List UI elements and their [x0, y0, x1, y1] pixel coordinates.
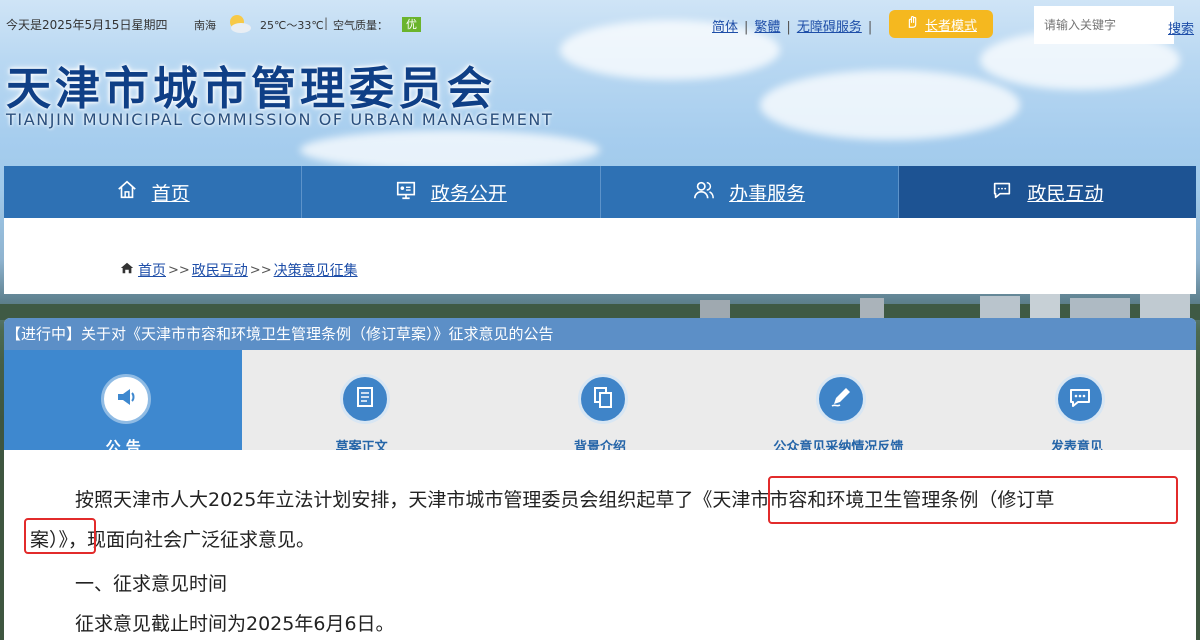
home-icon: [116, 179, 138, 206]
paragraph-1-line-1: 按照天津市人大2025年立法计划安排，天津市城市管理委员会组织起草了《天津市市容…: [75, 489, 1055, 511]
breadcrumb-separator: >>: [168, 262, 190, 278]
language-links: 简体 | 繁體 | 无障碍服务 |: [712, 20, 873, 35]
elder-mode-button[interactable]: 长者模式: [889, 10, 993, 38]
step-feedback[interactable]: 公众意见采纳情况反馈: [719, 350, 957, 455]
home-icon: [120, 261, 134, 279]
notice-steps: 公 告 草案正文 背景介绍 公众意见采纳情况反馈 发表意见: [4, 350, 1196, 456]
weather-city: 南海: [194, 19, 216, 32]
search-input[interactable]: [1034, 6, 1174, 44]
pen-icon: [828, 384, 854, 414]
site-subtitle: TIANJIN MUNICIPAL COMMISSION OF URBAN MA…: [6, 110, 554, 129]
separator: |: [324, 16, 329, 30]
nav-home-label: 首页: [151, 182, 190, 205]
top-bar: 今天是2025年5月15日星期四 南海 25℃～33℃ | 空气质量： 优 简体…: [0, 6, 1200, 44]
accessibility-link[interactable]: 无障碍服务: [797, 20, 862, 35]
air-quality-label: 空气质量：: [333, 19, 388, 32]
current-date: 今天是2025年5月15日星期四: [6, 18, 168, 32]
hand-icon: [905, 15, 919, 33]
document-icon: [352, 384, 378, 414]
nav-gov-affairs[interactable]: 政务公开: [302, 166, 601, 218]
breadcrumb-home[interactable]: 首页: [138, 260, 166, 280]
nav-services[interactable]: 办事服务: [600, 166, 899, 218]
breadcrumb-decision-collection[interactable]: 决策意见征集: [274, 260, 358, 280]
users-icon: [693, 179, 715, 206]
breadcrumb-interaction[interactable]: 政民互动: [192, 260, 248, 280]
section-1-heading: 一、征求意见时间: [75, 573, 228, 595]
comment-icon: [1067, 384, 1093, 414]
nav-gov-affairs-label: 政务公开: [430, 182, 507, 205]
breadcrumb-separator: >>: [249, 262, 272, 278]
paragraph-1-line-2: 案）》，现面向社会广泛征求意见。: [30, 529, 316, 551]
nav-interaction-label: 政民互动: [1027, 182, 1104, 205]
notice-body: 按照天津市人大2025年立法计划安排，天津市城市管理委员会组织起草了《天津市市容…: [4, 450, 1196, 640]
traditional-chinese-link[interactable]: 繁體: [754, 20, 780, 35]
copy-icon: [590, 384, 616, 414]
notice-panel: 【进行中】关于对《天津市市容和环境卫生管理条例（修订草案）》征求意见的公告 公 …: [4, 318, 1196, 640]
step-draft-text[interactable]: 草案正文: [242, 350, 480, 455]
sun-cloud-icon: [226, 12, 252, 34]
monitor-icon: [395, 179, 417, 206]
nav-interaction[interactable]: 政民互动: [898, 166, 1196, 218]
breadcrumb-panel: 首页 >> 政民互动 >> 决策意见征集: [4, 218, 1196, 294]
notice-title: 【进行中】关于对《天津市市容和环境卫生管理条例（修订草案）》征求意见的公告: [4, 318, 1196, 350]
step-announcement[interactable]: 公 告: [4, 350, 243, 456]
nav-services-label: 办事服务: [729, 182, 806, 205]
megaphone-icon: [113, 384, 139, 414]
step-background[interactable]: 背景介绍: [481, 350, 719, 455]
chat-icon: [991, 179, 1013, 206]
search-button[interactable]: 搜索: [1168, 18, 1194, 37]
main-nav: 首页 政务公开 办事服务 政民互动: [4, 166, 1196, 218]
nav-home[interactable]: 首页: [4, 166, 303, 218]
site-title: 天津市城市管理委员会: [6, 62, 497, 115]
air-quality-badge: 优: [402, 17, 421, 32]
section-1-text: 征求意见截止时间为2025年6月6日。: [75, 613, 395, 635]
simplified-chinese-link[interactable]: 简体: [712, 20, 738, 35]
elder-mode-label: 长者模式: [924, 18, 977, 34]
breadcrumb: 首页 >> 政民互动 >> 决策意见征集: [120, 260, 358, 280]
step-submit-opinion[interactable]: 发表意见: [958, 350, 1196, 455]
temperature: 25℃～33℃: [260, 19, 324, 32]
